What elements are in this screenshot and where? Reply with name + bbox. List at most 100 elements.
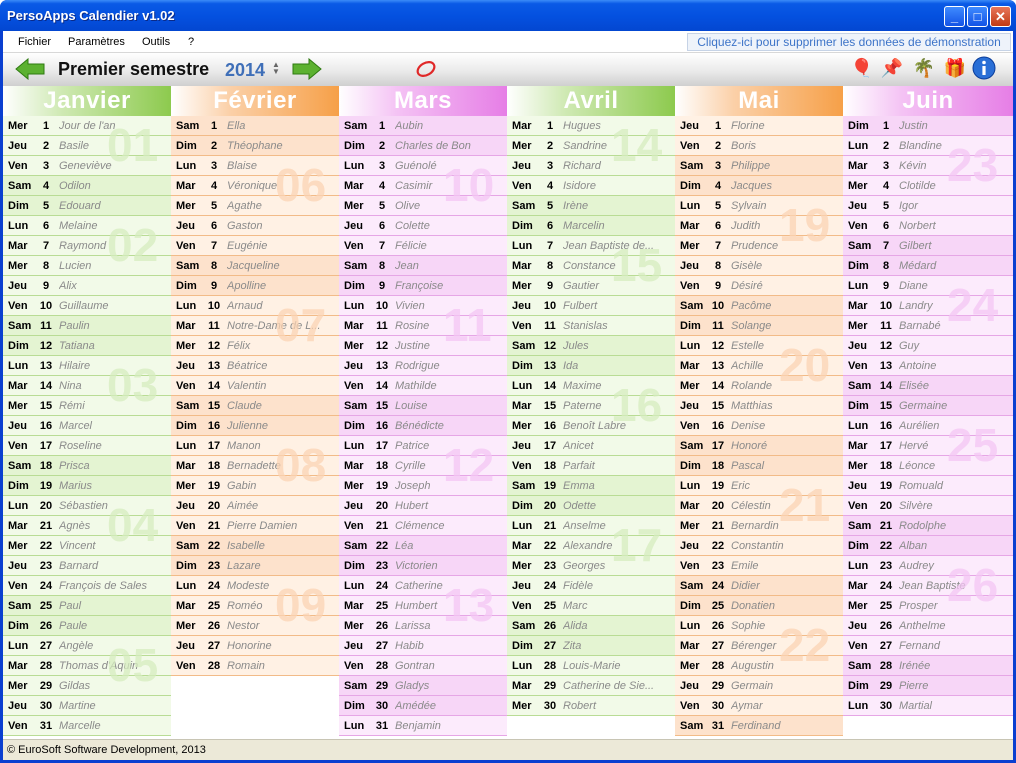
day-row[interactable]: Jeu 6 Gaston: [171, 216, 339, 236]
day-row[interactable]: Sam 11 Paulin: [3, 316, 171, 336]
year-spinner-icon[interactable]: ▲ ▼: [272, 61, 280, 76]
day-row[interactable]: Mar 11 Notre-Dame de L...: [171, 316, 339, 336]
minimize-button[interactable]: _: [944, 6, 965, 27]
day-row[interactable]: Mar 4 Véronique: [171, 176, 339, 196]
day-row[interactable]: Lun 6 Melaine: [3, 216, 171, 236]
day-row[interactable]: Dim 29 Pierre: [843, 676, 1013, 696]
day-row[interactable]: Mar 15 Paterne: [507, 396, 675, 416]
day-row[interactable]: Sam 22 Léa: [339, 536, 507, 556]
day-row[interactable]: Ven 17 Roseline: [3, 436, 171, 456]
year-value[interactable]: 2014: [225, 60, 265, 81]
day-row[interactable]: Jeu 8 Gisèle: [675, 256, 843, 276]
day-row[interactable]: Sam 10 Pacôme: [675, 296, 843, 316]
day-row[interactable]: Ven 25 Marc: [507, 596, 675, 616]
day-row[interactable]: Lun 28 Louis-Marie: [507, 656, 675, 676]
day-row[interactable]: Mar 10 Landry: [843, 296, 1013, 316]
day-row[interactable]: Jeu 17 Anicet: [507, 436, 675, 456]
day-row[interactable]: Jeu 13 Rodrigue: [339, 356, 507, 376]
maximize-button[interactable]: □: [967, 6, 988, 27]
day-row[interactable]: Mer 30 Robert: [507, 696, 675, 716]
day-row[interactable]: Mar 1 Hugues: [507, 116, 675, 136]
day-row[interactable]: Lun 3 Blaise: [171, 156, 339, 176]
day-row[interactable]: Lun 24 Catherine: [339, 576, 507, 596]
day-row[interactable]: Ven 28 Gontran: [339, 656, 507, 676]
menu-fichier[interactable]: Fichier: [18, 36, 51, 48]
day-row[interactable]: Lun 31 Benjamin: [339, 716, 507, 736]
day-row[interactable]: Mer 18 Léonce: [843, 456, 1013, 476]
day-row[interactable]: Dim 13 Ida: [507, 356, 675, 376]
day-row[interactable]: Ven 14 Mathilde: [339, 376, 507, 396]
day-row[interactable]: Mer 26 Nestor: [171, 616, 339, 636]
day-row[interactable]: Ven 9 Désiré: [675, 276, 843, 296]
day-row[interactable]: Ven 21 Pierre Damien: [171, 516, 339, 536]
day-row[interactable]: Dim 27 Zita: [507, 636, 675, 656]
day-row[interactable]: Mer 25 Prosper: [843, 596, 1013, 616]
day-row[interactable]: Lun 20 Sébastien: [3, 496, 171, 516]
day-row[interactable]: Jeu 10 Fulbert: [507, 296, 675, 316]
month-header[interactable]: Février: [171, 86, 339, 116]
gift-icon[interactable]: 🎁: [943, 56, 967, 80]
day-row[interactable]: Dim 8 Médard: [843, 256, 1013, 276]
day-row[interactable]: Mar 13 Achille: [675, 356, 843, 376]
day-row[interactable]: Mer 4 Clotilde: [843, 176, 1013, 196]
day-row[interactable]: Lun 10 Vivien: [339, 296, 507, 316]
day-row[interactable]: Ven 3 Geneviève: [3, 156, 171, 176]
month-header[interactable]: Janvier: [3, 86, 171, 116]
day-row[interactable]: Sam 21 Rodolphe: [843, 516, 1013, 536]
day-row[interactable]: Mar 29 Catherine de Sie...: [507, 676, 675, 696]
day-row[interactable]: Mer 22 Vincent: [3, 536, 171, 556]
day-row[interactable]: Mer 21 Bernardin: [675, 516, 843, 536]
day-row[interactable]: Ven 7 Eugénie: [171, 236, 339, 256]
day-row[interactable]: Sam 15 Claude: [171, 396, 339, 416]
day-row[interactable]: Mar 21 Agnès: [3, 516, 171, 536]
day-row[interactable]: Sam 17 Honoré: [675, 436, 843, 456]
day-row[interactable]: Jeu 15 Matthias: [675, 396, 843, 416]
day-row[interactable]: Sam 22 Isabelle: [171, 536, 339, 556]
day-row[interactable]: Sam 1 Ella: [171, 116, 339, 136]
day-row[interactable]: Lun 27 Angèle: [3, 636, 171, 656]
day-row[interactable]: Lun 23 Audrey: [843, 556, 1013, 576]
day-row[interactable]: Ven 7 Félicie: [339, 236, 507, 256]
day-row[interactable]: Mer 9 Gautier: [507, 276, 675, 296]
day-row[interactable]: Jeu 22 Constantin: [675, 536, 843, 556]
day-row[interactable]: Dim 23 Lazare: [171, 556, 339, 576]
day-row[interactable]: Jeu 16 Marcel: [3, 416, 171, 436]
day-row[interactable]: Mar 14 Nina: [3, 376, 171, 396]
day-row[interactable]: Dim 22 Alban: [843, 536, 1013, 556]
day-row[interactable]: Ven 27 Fernand: [843, 636, 1013, 656]
day-row[interactable]: Mer 12 Félix: [171, 336, 339, 356]
next-semester-arrow-icon[interactable]: [292, 58, 322, 80]
day-row[interactable]: Ven 16 Denise: [675, 416, 843, 436]
day-row[interactable]: Lun 21 Anselme: [507, 516, 675, 536]
day-row[interactable]: Jeu 27 Honorine: [171, 636, 339, 656]
day-row[interactable]: Jeu 1 Florine: [675, 116, 843, 136]
day-row[interactable]: Sam 26 Alida: [507, 616, 675, 636]
day-row[interactable]: Mar 7 Raymond: [3, 236, 171, 256]
day-row[interactable]: Ven 20 Silvère: [843, 496, 1013, 516]
day-row[interactable]: Mer 19 Gabin: [171, 476, 339, 496]
remove-demo-data-link[interactable]: Cliquez-ici pour supprimer les données d…: [687, 33, 1011, 51]
day-row[interactable]: Sam 3 Philippe: [675, 156, 843, 176]
day-row[interactable]: Dim 6 Marcelin: [507, 216, 675, 236]
menu-outils[interactable]: Outils: [142, 36, 170, 48]
day-row[interactable]: Sam 8 Jean: [339, 256, 507, 276]
day-row[interactable]: Mer 11 Barnabé: [843, 316, 1013, 336]
day-row[interactable]: Lun 19 Eric: [675, 476, 843, 496]
day-row[interactable]: Ven 13 Antoine: [843, 356, 1013, 376]
day-row[interactable]: Mer 5 Agathe: [171, 196, 339, 216]
day-row[interactable]: Jeu 6 Colette: [339, 216, 507, 236]
day-row[interactable]: Jeu 20 Aimée: [171, 496, 339, 516]
day-row[interactable]: Mar 8 Constance: [507, 256, 675, 276]
day-row[interactable]: Mer 23 Georges: [507, 556, 675, 576]
day-row[interactable]: Jeu 29 Germain: [675, 676, 843, 696]
day-row[interactable]: Mar 22 Alexandre: [507, 536, 675, 556]
day-row[interactable]: Mer 26 Larissa: [339, 616, 507, 636]
day-row[interactable]: Mer 16 Benoît Labre: [507, 416, 675, 436]
day-row[interactable]: Jeu 30 Martine: [3, 696, 171, 716]
day-row[interactable]: Lun 3 Guénolé: [339, 156, 507, 176]
day-row[interactable]: Mer 15 Rémi: [3, 396, 171, 416]
day-row[interactable]: Mar 4 Casimir: [339, 176, 507, 196]
day-row[interactable]: Dim 16 Julienne: [171, 416, 339, 436]
day-row[interactable]: Dim 18 Pascal: [675, 456, 843, 476]
palm-tree-icon[interactable]: 🌴: [912, 56, 936, 80]
